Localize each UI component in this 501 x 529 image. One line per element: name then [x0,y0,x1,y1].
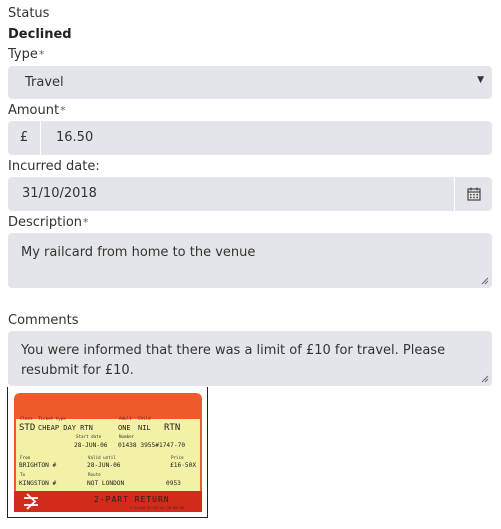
description-label: Description* [8,215,89,231]
ticket-price-label: Price [171,455,184,460]
ticket-start-date-value: 28-JUN-06 [74,442,108,449]
ticket-valid-until-value: 28-JUN-06 [87,462,121,469]
required-marker: * [83,216,89,229]
type-select[interactable]: Travel ▼ [8,66,492,99]
ticket-banner: 2-PART RETURN [94,495,170,504]
currency-addon: £ [8,121,41,155]
chevron-down-icon: ▼ [477,75,484,85]
ticket-adult-value: ONE [118,424,131,432]
calendar-button[interactable] [454,177,492,211]
ticket-adult-label: Adult [119,416,132,421]
incurred-date-input[interactable]: 31/10/2018 [8,177,492,211]
ticket-type-value: CHEAP DAY RTN [38,424,93,432]
amount-value: 16.50 [56,130,94,145]
ticket-start-date-label: Start date [76,434,102,439]
status-label: Status [8,6,50,21]
ticket-route-label: Route [88,472,101,477]
comments-label: Comments [8,313,79,328]
type-label-text: Type [8,47,38,62]
ticket-from-value: BRIGHTON # [19,462,57,469]
comments-value: You were informed that there was a limit… [21,343,446,378]
ticket-class-label: Class [20,416,33,421]
receipt-image: Class Ticket type Adult Child Start date… [7,387,208,518]
ticket-valid-until-label: Valid until [88,455,116,460]
ticket-code-value: 0953 [166,480,181,487]
ticket-price-value: £16·50X [170,462,196,469]
ticket-rtn: RTN [164,423,180,433]
resize-handle-icon[interactable] [481,375,489,383]
ticket-number-value: 01438 3955#1747-70 [118,442,185,449]
ticket-to-label: To [20,472,26,477]
required-marker: * [38,48,45,61]
description-textarea[interactable]: My railcard from home to the venue [8,233,492,288]
type-label: Type* [8,47,44,63]
description-value: My railcard from home to the venue [21,245,256,260]
comments-textarea[interactable]: You were informed that there was a limit… [8,331,492,386]
ticket-class-value: STD [19,423,35,433]
amount-label: Amount* [8,103,66,119]
required-marker: * [60,104,66,117]
amount-input[interactable]: £ 16.50 [8,121,492,155]
ticket-child-label: Child [138,416,151,421]
ticket-type-label: Ticket type [38,416,66,421]
incurred-date-value: 31/10/2018 [22,186,97,201]
amount-label-text: Amount [8,103,60,118]
resize-handle-icon[interactable] [481,277,489,285]
type-select-value: Travel [25,75,64,90]
ticket-from-label: From [20,455,31,460]
status-value: Declined [8,27,72,42]
ticket-route-value: NOT LONDON [87,480,125,487]
ticket-to-value: KINGSTON # [19,480,57,487]
incurred-date-label: Incurred date: [8,159,100,174]
description-label-text: Description [8,215,83,230]
ticket-child-value: NIL [138,424,151,432]
ticket-number-label: Number [119,434,135,439]
ticket-footer: P-issue 07:53 on 28.06.06 [130,506,184,510]
calendar-icon [466,187,481,201]
train-ticket-image: Class Ticket type Adult Child Start date… [14,393,202,512]
